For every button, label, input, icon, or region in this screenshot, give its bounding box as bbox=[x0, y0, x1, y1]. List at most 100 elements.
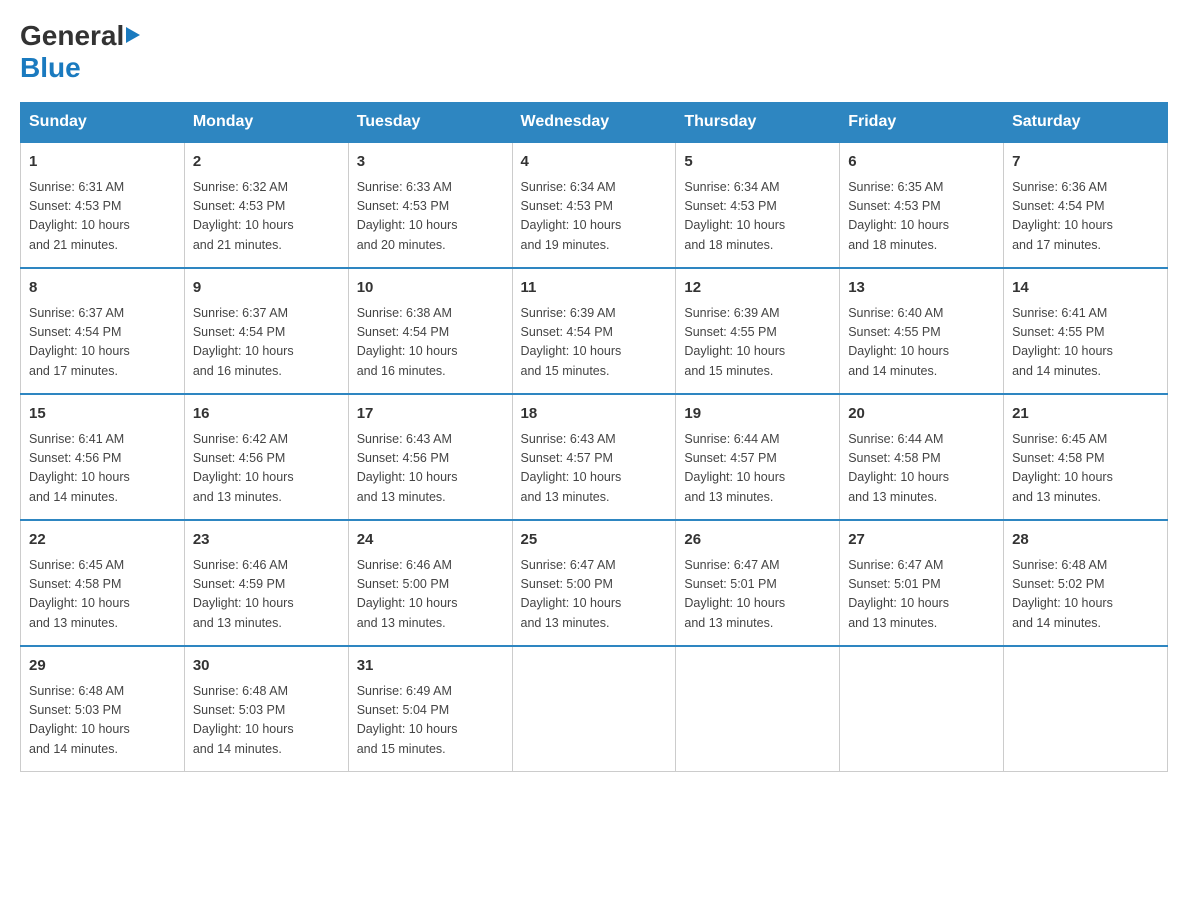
day-number: 21 bbox=[1012, 403, 1159, 426]
day-number: 25 bbox=[521, 529, 668, 552]
day-info: Sunrise: 6:37 AMSunset: 4:54 PMDaylight:… bbox=[29, 304, 176, 382]
day-number: 11 bbox=[521, 277, 668, 300]
day-number: 20 bbox=[848, 403, 995, 426]
day-cell: 12 Sunrise: 6:39 AMSunset: 4:55 PMDayligh… bbox=[676, 268, 840, 394]
day-info: Sunrise: 6:43 AMSunset: 4:56 PMDaylight:… bbox=[357, 430, 504, 508]
day-number: 6 bbox=[848, 151, 995, 174]
day-cell: 18Sunrise: 6:43 AMSunset: 4:57 PMDayligh… bbox=[512, 394, 676, 520]
day-info: Sunrise: 6:47 AMSunset: 5:01 PMDaylight:… bbox=[848, 556, 995, 634]
calendar-body: 1 Sunrise: 6:31 AMSunset: 4:53 PMDaylight… bbox=[21, 142, 1168, 772]
day-info: Sunrise: 6:38 AMSunset: 4:54 PMDaylight:… bbox=[357, 304, 504, 382]
day-cell: 3Sunrise: 6:33 AMSunset: 4:53 PMDaylight… bbox=[348, 142, 512, 268]
day-number: 7 bbox=[1012, 151, 1159, 174]
day-number: 9 bbox=[193, 277, 340, 300]
day-number: 24 bbox=[357, 529, 504, 552]
week-row-2: 8 Sunrise: 6:37 AMSunset: 4:54 PMDaylight… bbox=[21, 268, 1168, 394]
calendar-table: SundayMondayTuesdayWednesdayThursdayFrid… bbox=[20, 102, 1168, 772]
header-monday: Monday bbox=[184, 103, 348, 143]
day-cell: 21 Sunrise: 6:45 AMSunset: 4:58 PMDayligh… bbox=[1004, 394, 1168, 520]
day-number: 8 bbox=[29, 277, 176, 300]
day-number: 2 bbox=[193, 151, 340, 174]
day-cell bbox=[1004, 646, 1168, 772]
day-number: 27 bbox=[848, 529, 995, 552]
day-info: Sunrise: 6:45 AMSunset: 4:58 PMDaylight:… bbox=[29, 556, 176, 634]
day-cell: 6 Sunrise: 6:35 AMSunset: 4:53 PMDaylight… bbox=[840, 142, 1004, 268]
header-thursday: Thursday bbox=[676, 103, 840, 143]
week-row-4: 22 Sunrise: 6:45 AMSunset: 4:58 PMDayligh… bbox=[21, 520, 1168, 646]
day-cell bbox=[512, 646, 676, 772]
day-cell: 4 Sunrise: 6:34 AMSunset: 4:53 PMDaylight… bbox=[512, 142, 676, 268]
day-info: Sunrise: 6:35 AMSunset: 4:53 PMDaylight:… bbox=[848, 178, 995, 256]
header-saturday: Saturday bbox=[1004, 103, 1168, 143]
day-info: Sunrise: 6:48 AMSunset: 5:03 PMDaylight:… bbox=[29, 682, 176, 760]
day-info: Sunrise: 6:40 AMSunset: 4:55 PMDaylight:… bbox=[848, 304, 995, 382]
week-row-5: 29 Sunrise: 6:48 AMSunset: 5:03 PMDayligh… bbox=[21, 646, 1168, 772]
day-info: Sunrise: 6:43 AMSunset: 4:57 PMDaylight:… bbox=[521, 430, 668, 508]
day-info: Sunrise: 6:31 AMSunset: 4:53 PMDaylight:… bbox=[29, 178, 176, 256]
day-info: Sunrise: 6:44 AMSunset: 4:58 PMDaylight:… bbox=[848, 430, 995, 508]
day-cell: 27 Sunrise: 6:47 AMSunset: 5:01 PMDayligh… bbox=[840, 520, 1004, 646]
day-number: 19 bbox=[684, 403, 831, 426]
day-number: 16 bbox=[193, 403, 340, 426]
day-number: 10 bbox=[357, 277, 504, 300]
logo-arrow-shape bbox=[126, 27, 140, 43]
header-friday: Friday bbox=[840, 103, 1004, 143]
week-row-1: 1 Sunrise: 6:31 AMSunset: 4:53 PMDaylight… bbox=[21, 142, 1168, 268]
day-cell: 17Sunrise: 6:43 AMSunset: 4:56 PMDayligh… bbox=[348, 394, 512, 520]
logo-general-text: General bbox=[20, 20, 124, 52]
day-info: Sunrise: 6:34 AMSunset: 4:53 PMDaylight:… bbox=[521, 178, 668, 256]
day-number: 13 bbox=[848, 277, 995, 300]
logo-blue-text: Blue bbox=[20, 52, 81, 83]
day-info: Sunrise: 6:47 AMSunset: 5:00 PMDaylight:… bbox=[521, 556, 668, 634]
day-info: Sunrise: 6:49 AMSunset: 5:04 PMDaylight:… bbox=[357, 682, 504, 760]
day-number: 29 bbox=[29, 655, 176, 678]
day-number: 22 bbox=[29, 529, 176, 552]
page-header: General Blue bbox=[20, 20, 1168, 84]
week-row-3: 15 Sunrise: 6:41 AMSunset: 4:56 PMDayligh… bbox=[21, 394, 1168, 520]
day-cell: 10 Sunrise: 6:38 AMSunset: 4:54 PMDayligh… bbox=[348, 268, 512, 394]
day-cell: 23Sunrise: 6:46 AMSunset: 4:59 PMDayligh… bbox=[184, 520, 348, 646]
day-number: 28 bbox=[1012, 529, 1159, 552]
day-cell: 26 Sunrise: 6:47 AMSunset: 5:01 PMDayligh… bbox=[676, 520, 840, 646]
day-number: 31 bbox=[357, 655, 504, 678]
header-sunday: Sunday bbox=[21, 103, 185, 143]
day-cell: 29 Sunrise: 6:48 AMSunset: 5:03 PMDayligh… bbox=[21, 646, 185, 772]
logo: General Blue bbox=[20, 20, 140, 84]
day-info: Sunrise: 6:39 AMSunset: 4:55 PMDaylight:… bbox=[684, 304, 831, 382]
day-number: 1 bbox=[29, 151, 176, 174]
day-info: Sunrise: 6:45 AMSunset: 4:58 PMDaylight:… bbox=[1012, 430, 1159, 508]
day-cell: 15 Sunrise: 6:41 AMSunset: 4:56 PMDayligh… bbox=[21, 394, 185, 520]
day-number: 14 bbox=[1012, 277, 1159, 300]
day-cell: 19Sunrise: 6:44 AMSunset: 4:57 PMDayligh… bbox=[676, 394, 840, 520]
day-info: Sunrise: 6:41 AMSunset: 4:56 PMDaylight:… bbox=[29, 430, 176, 508]
day-cell: 16Sunrise: 6:42 AMSunset: 4:56 PMDayligh… bbox=[184, 394, 348, 520]
day-number: 5 bbox=[684, 151, 831, 174]
day-info: Sunrise: 6:33 AMSunset: 4:53 PMDaylight:… bbox=[357, 178, 504, 256]
day-number: 12 bbox=[684, 277, 831, 300]
day-cell bbox=[676, 646, 840, 772]
day-info: Sunrise: 6:46 AMSunset: 4:59 PMDaylight:… bbox=[193, 556, 340, 634]
header-row: SundayMondayTuesdayWednesdayThursdayFrid… bbox=[21, 103, 1168, 143]
day-cell: 1 Sunrise: 6:31 AMSunset: 4:53 PMDaylight… bbox=[21, 142, 185, 268]
day-number: 15 bbox=[29, 403, 176, 426]
day-cell: 9 Sunrise: 6:37 AMSunset: 4:54 PMDaylight… bbox=[184, 268, 348, 394]
day-cell: 22 Sunrise: 6:45 AMSunset: 4:58 PMDayligh… bbox=[21, 520, 185, 646]
day-number: 26 bbox=[684, 529, 831, 552]
day-info: Sunrise: 6:48 AMSunset: 5:02 PMDaylight:… bbox=[1012, 556, 1159, 634]
day-number: 30 bbox=[193, 655, 340, 678]
day-number: 4 bbox=[521, 151, 668, 174]
day-info: Sunrise: 6:37 AMSunset: 4:54 PMDaylight:… bbox=[193, 304, 340, 382]
day-info: Sunrise: 6:41 AMSunset: 4:55 PMDaylight:… bbox=[1012, 304, 1159, 382]
day-cell: 31 Sunrise: 6:49 AMSunset: 5:04 PMDayligh… bbox=[348, 646, 512, 772]
day-cell: 30Sunrise: 6:48 AMSunset: 5:03 PMDayligh… bbox=[184, 646, 348, 772]
day-cell: 14 Sunrise: 6:41 AMSunset: 4:55 PMDayligh… bbox=[1004, 268, 1168, 394]
day-cell: 7Sunrise: 6:36 AMSunset: 4:54 PMDaylight… bbox=[1004, 142, 1168, 268]
day-cell bbox=[840, 646, 1004, 772]
day-cell: 25 Sunrise: 6:47 AMSunset: 5:00 PMDayligh… bbox=[512, 520, 676, 646]
day-info: Sunrise: 6:34 AMSunset: 4:53 PMDaylight:… bbox=[684, 178, 831, 256]
day-cell: 11Sunrise: 6:39 AMSunset: 4:54 PMDayligh… bbox=[512, 268, 676, 394]
calendar-header: SundayMondayTuesdayWednesdayThursdayFrid… bbox=[21, 103, 1168, 143]
day-cell: 5 Sunrise: 6:34 AMSunset: 4:53 PMDaylight… bbox=[676, 142, 840, 268]
day-info: Sunrise: 6:46 AMSunset: 5:00 PMDaylight:… bbox=[357, 556, 504, 634]
day-info: Sunrise: 6:47 AMSunset: 5:01 PMDaylight:… bbox=[684, 556, 831, 634]
